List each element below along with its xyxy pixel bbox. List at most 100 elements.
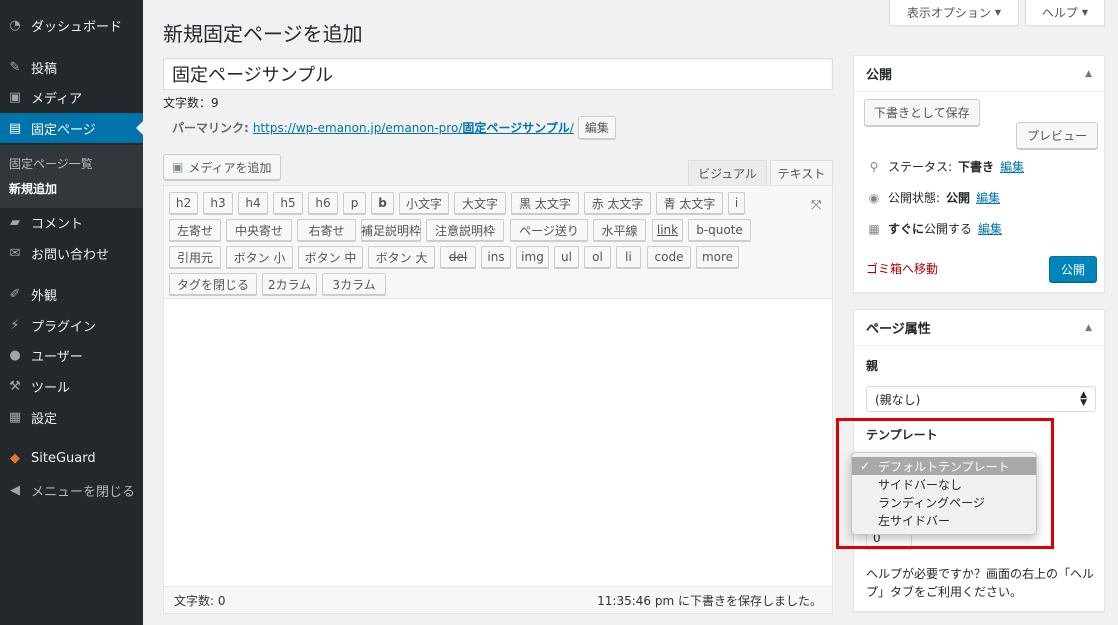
quicktag-button[interactable]: img <box>516 246 549 268</box>
plugin-icon: ⚡ <box>10 317 20 333</box>
menu-settings[interactable]: ▦ 設定 <box>0 402 143 432</box>
add-media-button[interactable]: ▣ メディアを追加 <box>163 154 281 180</box>
schedule-immediately: すぐに <box>888 222 925 236</box>
menu-label: ユーザー <box>31 349 83 365</box>
quicktag-button[interactable]: h3 <box>203 192 233 214</box>
quicktag-button[interactable]: 3カラム <box>322 273 386 295</box>
quicktag-button[interactable]: 水平線 <box>593 219 646 241</box>
menu-pages[interactable]: ▤ 固定ページ <box>0 113 143 143</box>
schedule-row: ▦ すぐに 公開する 編集 <box>866 220 1002 237</box>
menu-users[interactable]: ● ユーザー <box>0 340 143 370</box>
quicktag-button[interactable]: b-quote <box>688 219 751 241</box>
menu-dashboard[interactable]: ◔ ダッシュボード <box>0 10 143 40</box>
preview-button[interactable]: プレビュー <box>1016 122 1099 149</box>
quicktag-button[interactable]: 補足説明枠 <box>361 219 421 241</box>
help-label: ヘルプ <box>1041 6 1078 20</box>
eye-icon: ◉ <box>868 190 880 205</box>
quicktag-button[interactable]: 右寄せ <box>297 219 356 241</box>
quicktag-button[interactable]: 大文字 <box>454 192 506 214</box>
quicktag-button[interactable]: code <box>647 246 691 268</box>
menu-plugins[interactable]: ⚡ プラグイン <box>0 310 143 340</box>
quicktag-button[interactable]: 青 太文字 <box>656 192 723 214</box>
content-textarea[interactable] <box>164 300 832 586</box>
quicktag-button[interactable]: ページ送り <box>510 219 588 241</box>
quicktag-button[interactable]: 注意説明枠 <box>426 219 504 241</box>
quicktag-button[interactable]: ボタン 大 <box>368 246 435 268</box>
quicktag-button[interactable]: p <box>343 192 366 214</box>
quicktag-button[interactable]: 赤 太文字 <box>584 192 651 214</box>
menu-label: SiteGuard <box>31 450 96 466</box>
permalink-label: パーマリンク: <box>172 121 249 135</box>
move-to-trash-link[interactable]: ゴミ箱へ移動 <box>866 260 938 277</box>
quicktag-button[interactable]: b <box>371 192 394 214</box>
menu-tools[interactable]: ⚒ ツール <box>0 371 143 401</box>
highlight-box <box>836 418 1054 549</box>
parent-select[interactable]: (親なし) ▲ ▼ <box>866 386 1096 412</box>
menu-posts[interactable]: ✎ 投稿 <box>0 52 143 82</box>
menu-media[interactable]: ▣ メディア <box>0 82 143 112</box>
quicktag-button[interactable]: ボタン 中 <box>298 246 363 268</box>
quicktag-button[interactable]: タグを閉じる <box>169 273 257 295</box>
admin-sidebar: ◔ ダッシュボード ✎ 投稿 ▣ メディア ▤ 固定ページ 固定ページ一覧 新規追加 ▰… <box>0 0 143 625</box>
quicktag-button[interactable]: h6 <box>308 192 338 214</box>
visibility-label: 公開状態: <box>888 191 941 205</box>
tab-text[interactable]: テキスト <box>770 160 833 186</box>
fullscreen-icon[interactable]: ⤧ <box>811 198 821 213</box>
menu-siteguard[interactable]: ◆ SiteGuard <box>0 443 143 473</box>
page-title: 新規固定ページを追加 <box>163 22 363 46</box>
permalink-edit-button[interactable]: 編集 <box>577 116 616 139</box>
quicktag-button[interactable]: del <box>440 246 476 268</box>
menu-appearance[interactable]: ✐ 外観 <box>0 279 143 309</box>
collapse-icon: ◀ <box>10 482 20 498</box>
quicktag-button[interactable]: i <box>728 192 745 214</box>
quicktag-button[interactable]: 左寄せ <box>169 219 221 241</box>
collapse-arrow-icon[interactable]: ▲ <box>1085 69 1092 79</box>
permalink-link[interactable]: https://wp-emanon.jp/emanon-pro/固定ページサンプ… <box>253 119 574 136</box>
help-button[interactable]: ヘルプ ▼ <box>1025 0 1105 26</box>
menu-label: メニューを閉じる <box>31 484 136 500</box>
autosave-message: 11:35:46 pm に下書きを保存しました。 <box>597 593 822 608</box>
quicktag-button[interactable]: 引用元 <box>169 246 221 268</box>
quicktag-button[interactable]: more <box>696 246 739 268</box>
submenu-all-pages[interactable]: 固定ページ一覧 <box>9 155 93 172</box>
screen-options-button[interactable]: 表示オプション ▼ <box>889 0 1019 26</box>
quicktag-button[interactable]: ul <box>554 246 579 268</box>
menu-label: ツール <box>31 380 71 396</box>
permalink-base: https://wp-emanon.jp/emanon-pro/ <box>252 121 463 135</box>
quicktag-button[interactable]: 2カラム <box>262 273 317 295</box>
pin-icon: ✎ <box>9 59 21 75</box>
schedule-edit-link[interactable]: 編集 <box>978 220 1002 237</box>
quicktag-button[interactable]: h4 <box>238 192 268 214</box>
quicktag-button[interactable]: h5 <box>273 192 303 214</box>
quicktag-button[interactable]: link <box>652 219 683 241</box>
visibility-row: ◉ 公開状態: 公開 編集 <box>866 189 1000 206</box>
quicktag-button[interactable]: li <box>616 246 641 268</box>
parent-label: 親 <box>866 359 879 373</box>
quicktag-button[interactable]: 中央寄せ <box>226 219 292 241</box>
quicktag-button[interactable]: h2 <box>169 192 198 214</box>
parent-select-value: (親なし) <box>875 392 921 407</box>
collapse-arrow-icon[interactable]: ▲ <box>1085 323 1092 333</box>
quicktag-button[interactable]: ボタン 小 <box>226 246 293 268</box>
menu-label: お問い合わせ <box>31 247 110 263</box>
publish-box-header[interactable]: 公開 ▲ <box>854 56 1104 92</box>
quicktag-button[interactable]: 黒 太文字 <box>511 192 579 214</box>
pin-icon: ⚲ <box>869 159 879 174</box>
publish-button[interactable]: 公開 <box>1049 256 1097 282</box>
quicktag-button[interactable]: ol <box>584 246 611 268</box>
quicktag-button[interactable]: ins <box>481 246 511 268</box>
save-draft-button[interactable]: 下書きとして保存 <box>864 99 980 126</box>
quicktag-button[interactable]: 小文字 <box>399 192 449 214</box>
status-edit-link[interactable]: 編集 <box>1000 158 1024 175</box>
tab-visual[interactable]: ビジュアル <box>688 160 767 186</box>
title-char-count: 文字数：9 <box>163 96 219 110</box>
menu-contact[interactable]: ✉ お問い合わせ <box>0 238 143 268</box>
calendar-icon: ▦ <box>868 221 880 236</box>
title-input[interactable]: 固定ページサンプル <box>163 58 833 90</box>
menu-comments[interactable]: ▰ コメント <box>0 207 143 237</box>
visibility-edit-link[interactable]: 編集 <box>976 189 1000 206</box>
menu-collapse[interactable]: ◀ メニューを閉じる <box>0 475 143 505</box>
chevron-down-icon: ▼ <box>1081 8 1089 17</box>
page-attributes-header[interactable]: ページ属性 ▲ <box>854 310 1104 346</box>
submenu-add-new[interactable]: 新規追加 <box>9 180 57 197</box>
